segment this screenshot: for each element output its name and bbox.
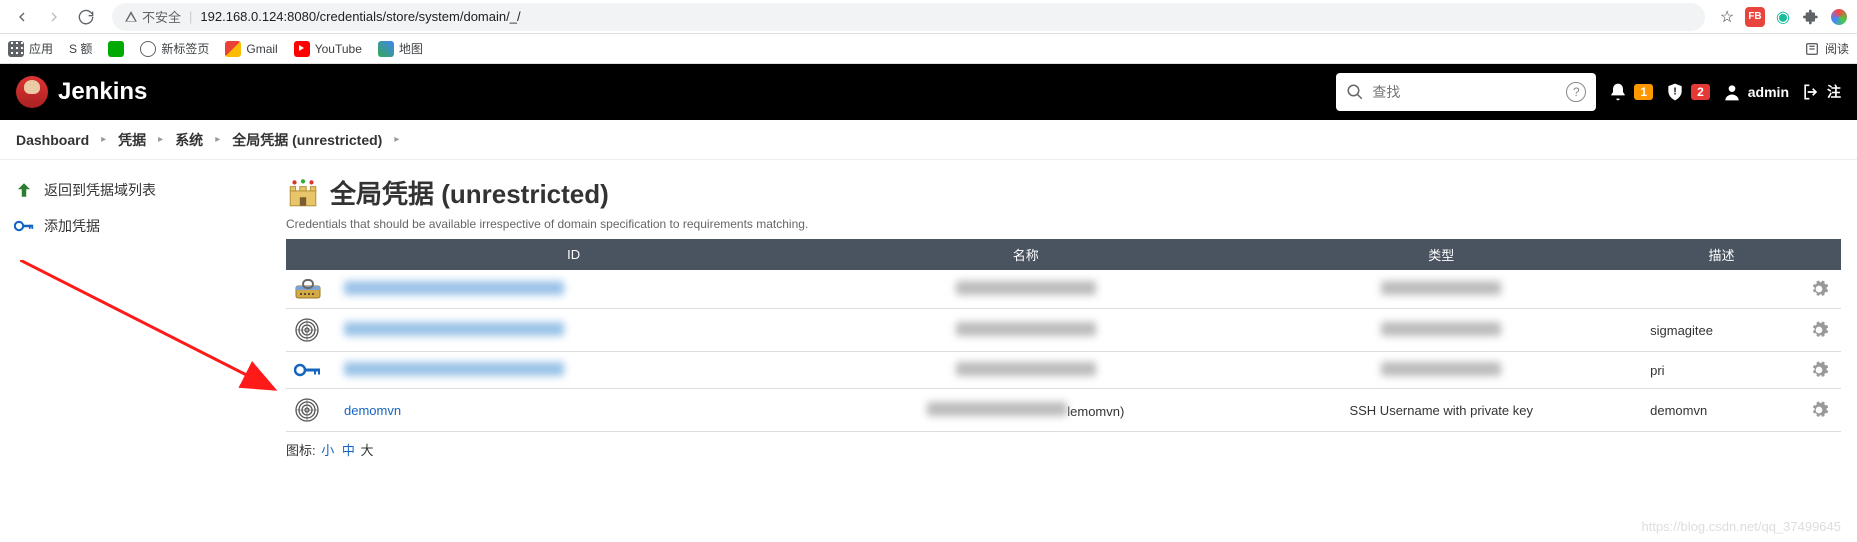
table-row[interactable] <box>286 270 1841 309</box>
th-icon[interactable] <box>286 239 336 270</box>
cred-desc: pri <box>1642 352 1801 389</box>
cred-id <box>336 270 811 309</box>
cred-type-icon <box>286 389 336 432</box>
ext-green-icon[interactable]: ◉ <box>1773 7 1793 27</box>
th-desc[interactable]: 描述 <box>1642 239 1801 270</box>
bookmark-map[interactable]: 地图 <box>378 40 423 57</box>
cred-name <box>811 309 1240 352</box>
size-small-link[interactable]: 小 <box>321 443 334 458</box>
th-type[interactable]: 类型 <box>1240 239 1642 270</box>
ext-fb-icon[interactable]: FB <box>1745 7 1765 27</box>
chevron-right-icon: ▸ <box>158 134 163 145</box>
bookmark-green[interactable] <box>108 41 124 57</box>
address-bar[interactable]: 不安全 | 192.168.0.124:8080/credentials/sto… <box>112 3 1705 31</box>
cred-type-icon <box>286 352 336 389</box>
search-box[interactable]: ? <box>1336 73 1596 111</box>
shield-badge: 2 <box>1691 84 1710 100</box>
cred-type: SSH Username with private key <box>1240 389 1642 432</box>
table-row[interactable]: pri <box>286 352 1841 389</box>
configure-button[interactable] <box>1801 270 1841 309</box>
table-row[interactable]: demomvnlemomvn)SSH Username with private… <box>286 389 1841 432</box>
extension-icons: ☆ FB ◉ <box>1717 7 1849 27</box>
bell-icon <box>1608 82 1628 102</box>
crumb-system[interactable]: 系统 <box>169 126 209 154</box>
cred-id <box>336 309 811 352</box>
chevron-right-icon: ▸ <box>215 134 220 145</box>
add-credentials-link[interactable]: 添加凭据 <box>8 208 262 244</box>
bookmark-youtube[interactable]: YouTube <box>294 41 362 57</box>
logout-icon <box>1801 82 1821 102</box>
cred-type-icon <box>286 309 336 352</box>
size-medium-link[interactable]: 中 <box>342 443 355 458</box>
configure-button[interactable] <box>1801 352 1841 389</box>
page-subtitle: Credentials that should be available irr… <box>286 217 1841 231</box>
jenkins-logo[interactable]: Jenkins <box>16 76 147 108</box>
th-name[interactable]: 名称 <box>811 239 1240 270</box>
reading-list-button[interactable]: 阅读 <box>1804 40 1849 57</box>
back-button[interactable] <box>8 3 36 31</box>
configure-button[interactable] <box>1801 309 1841 352</box>
ext-color-icon[interactable] <box>1829 7 1849 27</box>
key-icon <box>14 216 34 236</box>
cred-desc: demomvn <box>1642 389 1801 432</box>
extensions-icon[interactable] <box>1801 7 1821 27</box>
crumb-global[interactable]: 全局凭据 (unrestricted) <box>226 126 388 154</box>
apps-button[interactable]: 应用 <box>8 40 53 57</box>
castle-icon <box>286 176 320 210</box>
bell-badge: 1 <box>1634 84 1653 100</box>
sidebar: 返回到凭据域列表 添加凭据 <box>0 160 270 479</box>
cred-name <box>811 270 1240 309</box>
cred-type <box>1240 309 1642 352</box>
page-title: 全局凭据 (unrestricted) <box>286 174 1841 211</box>
th-id[interactable]: ID <box>336 239 811 270</box>
jenkins-header: Jenkins ? 1 ! 2 admin 注 <box>0 64 1857 120</box>
watermark: https://blog.csdn.net/qq_37499645 <box>1642 519 1842 534</box>
bookmarks-bar: 应用 S 额 新标签页 Gmail YouTube 地图 阅读 <box>0 34 1857 64</box>
logout-button[interactable]: 注 <box>1801 82 1841 102</box>
icon-size-selector: 图标: 小 中 大 <box>286 440 1841 459</box>
notifications-button[interactable]: 1 <box>1608 82 1653 102</box>
cred-desc <box>1642 270 1801 309</box>
security-button[interactable]: ! 2 <box>1665 82 1710 102</box>
cred-type <box>1240 270 1642 309</box>
breadcrumbs: Dashboard ▸ 凭据 ▸ 系统 ▸ 全局凭据 (unrestricted… <box>0 120 1857 160</box>
search-input[interactable] <box>1372 84 1558 100</box>
crumb-dashboard[interactable]: Dashboard <box>10 128 95 152</box>
browser-toolbar: 不安全 | 192.168.0.124:8080/credentials/sto… <box>0 0 1857 34</box>
shield-icon: ! <box>1665 82 1685 102</box>
main-content: 全局凭据 (unrestricted) Credentials that sho… <box>270 160 1857 479</box>
chevron-right-icon: ▸ <box>394 134 399 145</box>
table-row[interactable]: sigmagitee <box>286 309 1841 352</box>
crumb-credentials[interactable]: 凭据 <box>112 126 152 154</box>
user-icon <box>1722 82 1742 102</box>
configure-button[interactable] <box>1801 389 1841 432</box>
th-action <box>1801 239 1841 270</box>
svg-text:!: ! <box>1673 87 1676 98</box>
forward-button[interactable] <box>40 3 68 31</box>
search-icon <box>1346 83 1364 101</box>
up-arrow-icon <box>14 180 34 200</box>
cred-id: demomvn <box>336 389 811 432</box>
cred-name <box>811 352 1240 389</box>
back-to-domains-link[interactable]: 返回到凭据域列表 <box>8 172 262 208</box>
star-icon[interactable]: ☆ <box>1717 7 1737 27</box>
cred-name: lemomvn) <box>811 389 1240 432</box>
bookmark-newtab[interactable]: 新标签页 <box>140 40 209 57</box>
help-icon[interactable]: ? <box>1566 82 1586 102</box>
bookmark-gmail[interactable]: Gmail <box>225 41 277 57</box>
jenkins-mascot-icon <box>16 76 48 108</box>
cred-type <box>1240 352 1642 389</box>
insecure-warning: 不安全 <box>124 7 181 26</box>
chevron-right-icon: ▸ <box>101 134 106 145</box>
reload-button[interactable] <box>72 3 100 31</box>
user-menu[interactable]: admin <box>1722 82 1789 102</box>
size-large-current: 大 <box>361 443 374 458</box>
cred-id <box>336 352 811 389</box>
cred-desc: sigmagitee <box>1642 309 1801 352</box>
bookmark-s[interactable]: S 额 <box>69 40 92 57</box>
credentials-table: ID 名称 类型 描述 sigmagiteepridemomvnlemomvn)… <box>286 239 1841 432</box>
url-text: 192.168.0.124:8080/credentials/store/sys… <box>200 9 520 24</box>
cred-type-icon <box>286 270 336 309</box>
